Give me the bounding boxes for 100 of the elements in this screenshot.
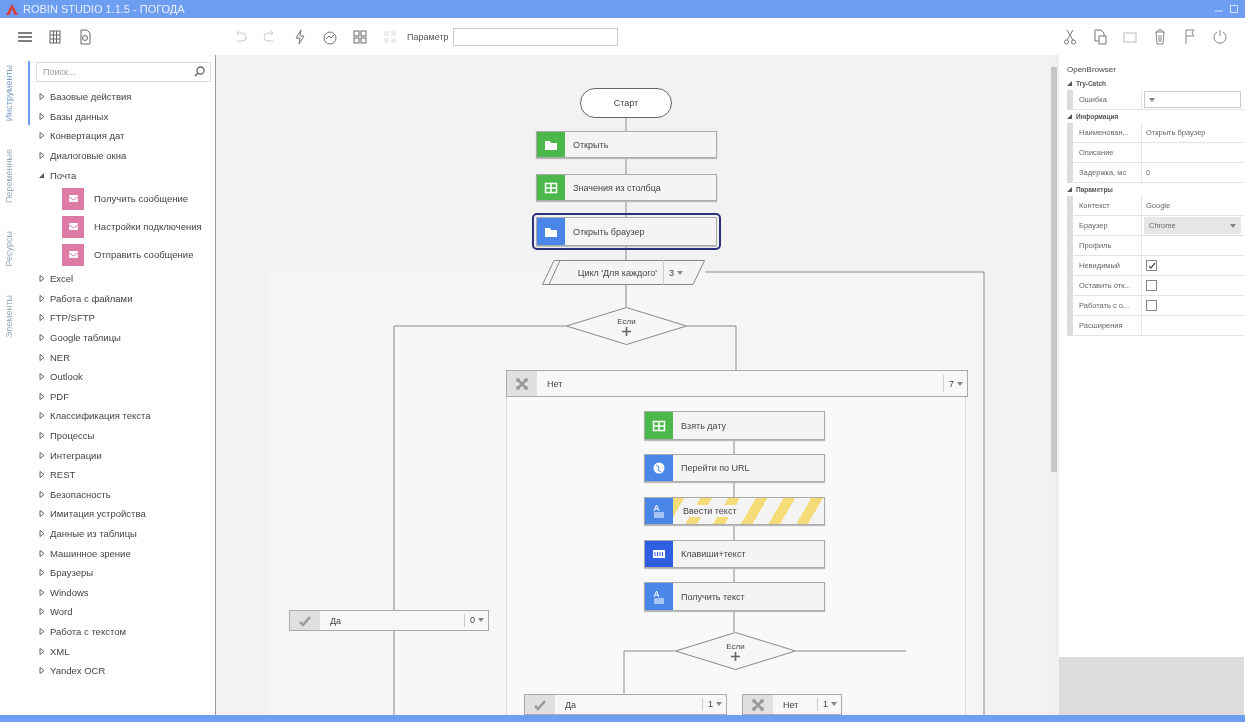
tree-item[interactable]: Имитация устройства xyxy=(36,504,211,524)
action-block[interactable]: Ввести текст xyxy=(644,497,825,525)
collapsed-caret-icon[interactable] xyxy=(38,353,45,361)
decision-node[interactable] xyxy=(566,307,687,345)
tree-item[interactable]: Безопасность xyxy=(36,484,211,505)
collapsed-caret-icon[interactable] xyxy=(38,510,45,518)
chart-icon[interactable] xyxy=(322,28,338,45)
tree-item[interactable]: NER xyxy=(36,347,211,367)
count-label: 3 xyxy=(669,267,674,278)
tree-item[interactable]: Google таблицы xyxy=(36,327,211,348)
trash-icon[interactable] xyxy=(1152,28,1168,45)
scrollbar[interactable] xyxy=(1049,55,1059,715)
tree-item[interactable]: FTP/SFTP xyxy=(36,308,211,328)
action-block[interactable]: Открыть xyxy=(536,131,717,158)
collapsed-caret-icon[interactable] xyxy=(38,132,45,140)
collapsed-caret-icon[interactable] xyxy=(38,588,45,596)
collapsed-caret-icon[interactable] xyxy=(38,314,45,322)
collapsed-caret-icon[interactable] xyxy=(38,471,45,479)
collapsed-caret-icon[interactable] xyxy=(38,451,45,459)
caret-icon[interactable] xyxy=(831,702,837,707)
checkbox[interactable] xyxy=(1146,280,1157,291)
branch-block[interactable]: Нет 1 xyxy=(742,694,842,715)
grid-icon[interactable] xyxy=(47,28,63,45)
action-block[interactable]: Клавиши+текст xyxy=(644,540,825,568)
lightning-icon[interactable] xyxy=(292,28,308,45)
collapsed-caret-icon[interactable] xyxy=(38,412,45,420)
action-block[interactable]: Значения из столбца xyxy=(536,174,717,201)
checkbox[interactable] xyxy=(1146,300,1157,311)
scissors-icon[interactable] xyxy=(1062,28,1078,45)
tree-item[interactable]: Работа с файлами xyxy=(36,288,211,309)
tree-item[interactable]: PDF xyxy=(36,386,211,407)
tree-item[interactable]: Базовые действия xyxy=(36,87,211,107)
plus-icon[interactable] xyxy=(731,651,740,661)
tree-item[interactable]: Данные из таблицы xyxy=(36,523,211,544)
copy-icon[interactable] xyxy=(1092,28,1108,45)
collapsed-caret-icon[interactable] xyxy=(38,392,45,400)
collapsed-caret-icon[interactable] xyxy=(38,490,45,498)
flow-canvas[interactable]: Старт Открыть Значения из столбца Открыть браузер Цикл 'Для каждого' 3 Если Да 0 Нет 7 Взять дату Перейти по URL Ввести текст Клавиши+текст Получить текст Если Да 1 Нет 1 xyxy=(216,55,1049,715)
branch-block[interactable]: Нет 7 xyxy=(506,370,968,397)
caret-icon[interactable] xyxy=(677,270,683,275)
power-icon[interactable] xyxy=(1212,28,1228,45)
action-block[interactable]: Взять дату xyxy=(644,411,825,440)
collapsed-caret-icon[interactable] xyxy=(38,667,45,675)
collapsed-caret-icon[interactable] xyxy=(38,294,45,302)
parameter-field[interactable] xyxy=(452,27,618,46)
collapsed-caret-icon[interactable] xyxy=(38,373,45,381)
tree-item[interactable]: Интеграции xyxy=(36,445,211,465)
tree-item[interactable]: Outlook xyxy=(36,366,211,387)
collapsed-caret-icon[interactable] xyxy=(38,152,45,160)
tree-item[interactable]: Yandex OCR xyxy=(36,660,211,681)
tree-item[interactable]: XML xyxy=(36,641,211,661)
action-block[interactable]: Получить текст xyxy=(644,582,825,611)
collapsed-caret-icon[interactable] xyxy=(38,112,45,120)
decision-node[interactable] xyxy=(675,632,796,670)
tree-item[interactable]: Процессы xyxy=(36,425,211,446)
tree-item[interactable]: Отправить сообщение xyxy=(36,240,211,269)
collapsed-caret-icon[interactable] xyxy=(38,647,45,655)
checkbox[interactable] xyxy=(1146,260,1157,271)
start-node[interactable]: Старт xyxy=(580,88,672,118)
tree-item[interactable]: Работа с текстом xyxy=(36,621,211,642)
tree-item[interactable]: Машинное зрение xyxy=(36,543,211,563)
expanded-caret-icon[interactable] xyxy=(1067,187,1072,192)
collapsed-caret-icon[interactable] xyxy=(38,530,45,537)
caret-icon[interactable] xyxy=(957,381,963,386)
expanded-caret-icon[interactable] xyxy=(1067,81,1072,86)
tree-item[interactable]: Классификация текста xyxy=(36,406,211,426)
tree-item[interactable]: Word xyxy=(36,602,211,622)
loop-node[interactable] xyxy=(542,260,705,285)
blocks-icon[interactable] xyxy=(352,28,368,45)
search-icon[interactable] xyxy=(194,66,205,77)
tree-item[interactable]: Получить сообщение xyxy=(36,184,211,213)
tree-item[interactable]: REST xyxy=(36,464,211,485)
caret-icon[interactable] xyxy=(478,618,484,623)
tree-item[interactable]: Конвертация дат xyxy=(36,126,211,146)
branch-block[interactable]: Да 0 xyxy=(289,610,489,631)
collapsed-caret-icon[interactable] xyxy=(38,627,45,635)
expanded-caret-icon[interactable] xyxy=(1067,114,1072,119)
collapsed-caret-icon[interactable] xyxy=(38,608,45,616)
action-block[interactable]: Перейти по URL xyxy=(644,454,825,482)
tree-item[interactable]: Базы данных xyxy=(36,106,211,127)
collapsed-caret-icon[interactable] xyxy=(38,275,45,283)
tree-item[interactable]: Настройки подключения xyxy=(36,212,211,241)
search-field[interactable]: Поиск... xyxy=(36,62,211,82)
plus-icon[interactable] xyxy=(622,326,631,336)
collapsed-caret-icon[interactable] xyxy=(38,93,45,101)
collapsed-caret-icon[interactable] xyxy=(38,432,45,439)
collapsed-caret-icon[interactable] xyxy=(38,334,45,342)
tree-item[interactable]: Диалоговые окна xyxy=(36,145,211,166)
flag-icon[interactable] xyxy=(1182,28,1198,45)
document-search-icon[interactable] xyxy=(77,28,93,45)
dropdown-caret-icon[interactable] xyxy=(1149,97,1155,102)
branch-block[interactable]: Да 1 xyxy=(524,694,727,715)
tree-item[interactable]: Windows xyxy=(36,582,211,603)
caret-icon[interactable] xyxy=(716,702,722,707)
collapsed-caret-icon[interactable] xyxy=(38,569,45,577)
expanded-caret-icon[interactable] xyxy=(38,171,45,179)
collapsed-caret-icon[interactable] xyxy=(38,549,45,557)
tree-item[interactable]: Excel xyxy=(36,268,211,289)
tree-item[interactable]: Почта xyxy=(36,165,211,185)
tree-item[interactable]: Браузеры xyxy=(36,562,211,583)
